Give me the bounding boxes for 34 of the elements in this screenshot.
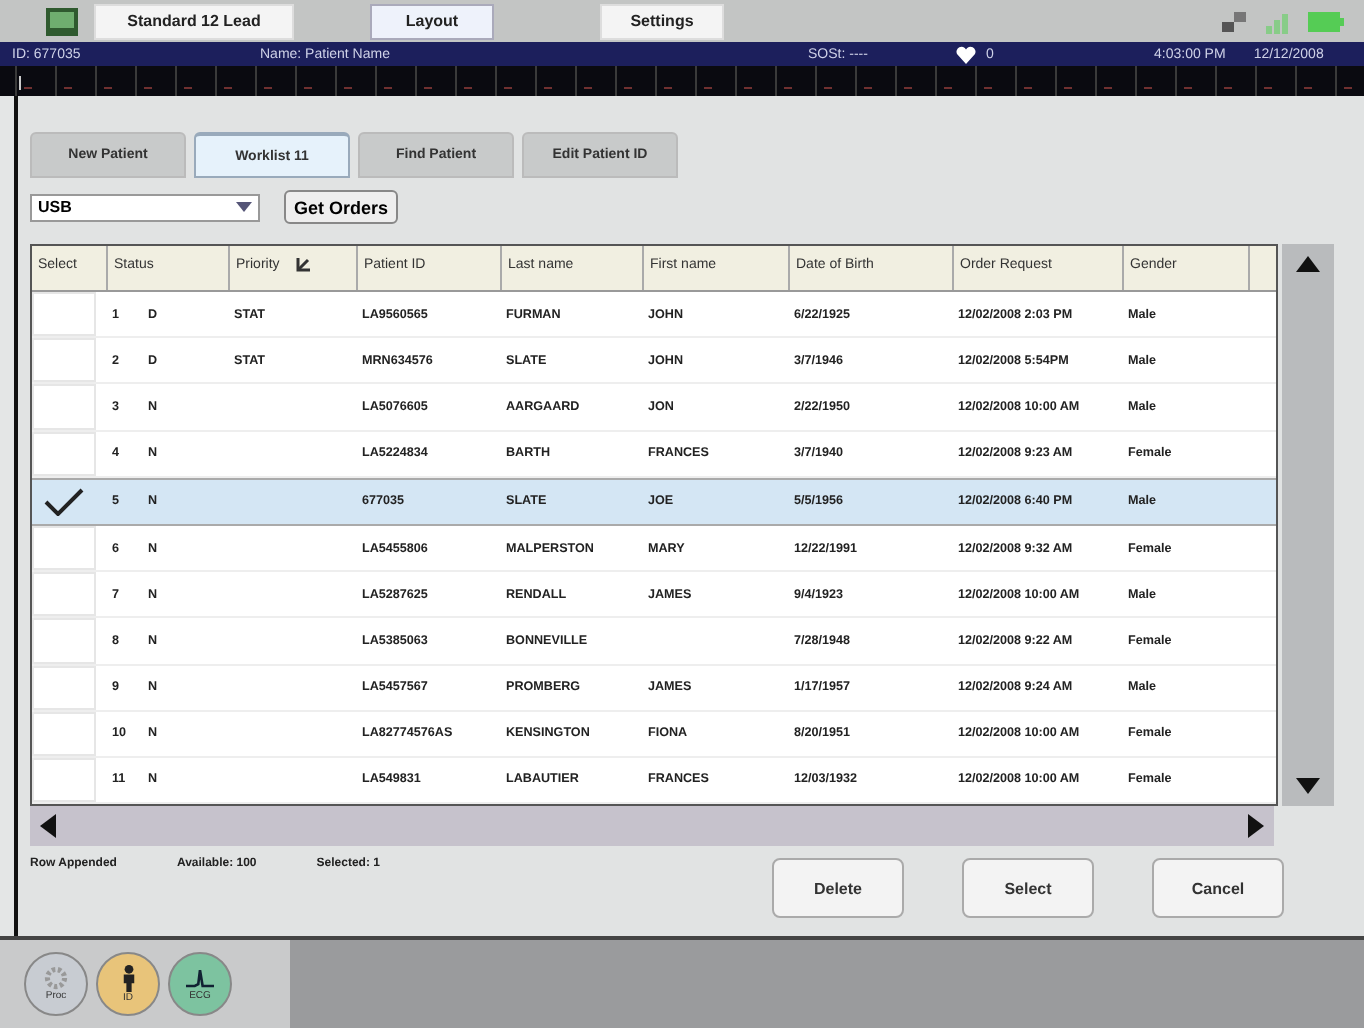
caret-icon: [236, 202, 252, 212]
scroll-left-icon[interactable]: [40, 814, 56, 839]
person-icon: [119, 964, 137, 992]
select-checkbox[interactable]: [32, 618, 96, 663]
network-icon: [1220, 9, 1248, 33]
select-checkbox[interactable]: [32, 572, 96, 617]
select-checkbox[interactable]: [32, 292, 96, 337]
select-checkbox[interactable]: [32, 431, 96, 476]
source-dropdown[interactable]: USB: [30, 193, 260, 221]
scroll-right-icon[interactable]: [1248, 814, 1264, 839]
heart-icon: [956, 45, 976, 63]
scroll-up-icon[interactable]: [1296, 256, 1320, 272]
get-orders-button[interactable]: Get Orders: [284, 190, 399, 224]
horizontal-scrollbar[interactable]: [30, 806, 1274, 847]
ecg-wave-icon: [186, 967, 214, 989]
action-button[interactable]: Select: [962, 858, 1094, 919]
toolbar-button[interactable]: Standard 12 Lead: [94, 3, 294, 39]
action-button[interactable]: Cancel: [1152, 858, 1284, 919]
select-checkbox[interactable]: [32, 757, 96, 803]
gear-icon: [44, 966, 68, 990]
select-checkbox[interactable]: [32, 525, 96, 571]
toolbar-button[interactable]: Settings: [600, 3, 724, 39]
signal-icon: [1264, 9, 1292, 33]
select-checkbox[interactable]: [32, 384, 96, 430]
sort-icon: [295, 256, 312, 272]
scroll-down-icon[interactable]: [1296, 778, 1320, 795]
select-checkbox[interactable]: [32, 338, 96, 383]
monitor-icon[interactable]: [46, 7, 78, 35]
action-button[interactable]: Delete: [772, 858, 904, 919]
battery-icon: [1308, 11, 1344, 31]
select-checkbox[interactable]: [32, 665, 96, 710]
toolbar-button[interactable]: Layout: [370, 3, 494, 39]
vertical-scrollbar[interactable]: [1282, 244, 1334, 807]
select-checkbox[interactable]: [32, 711, 96, 756]
